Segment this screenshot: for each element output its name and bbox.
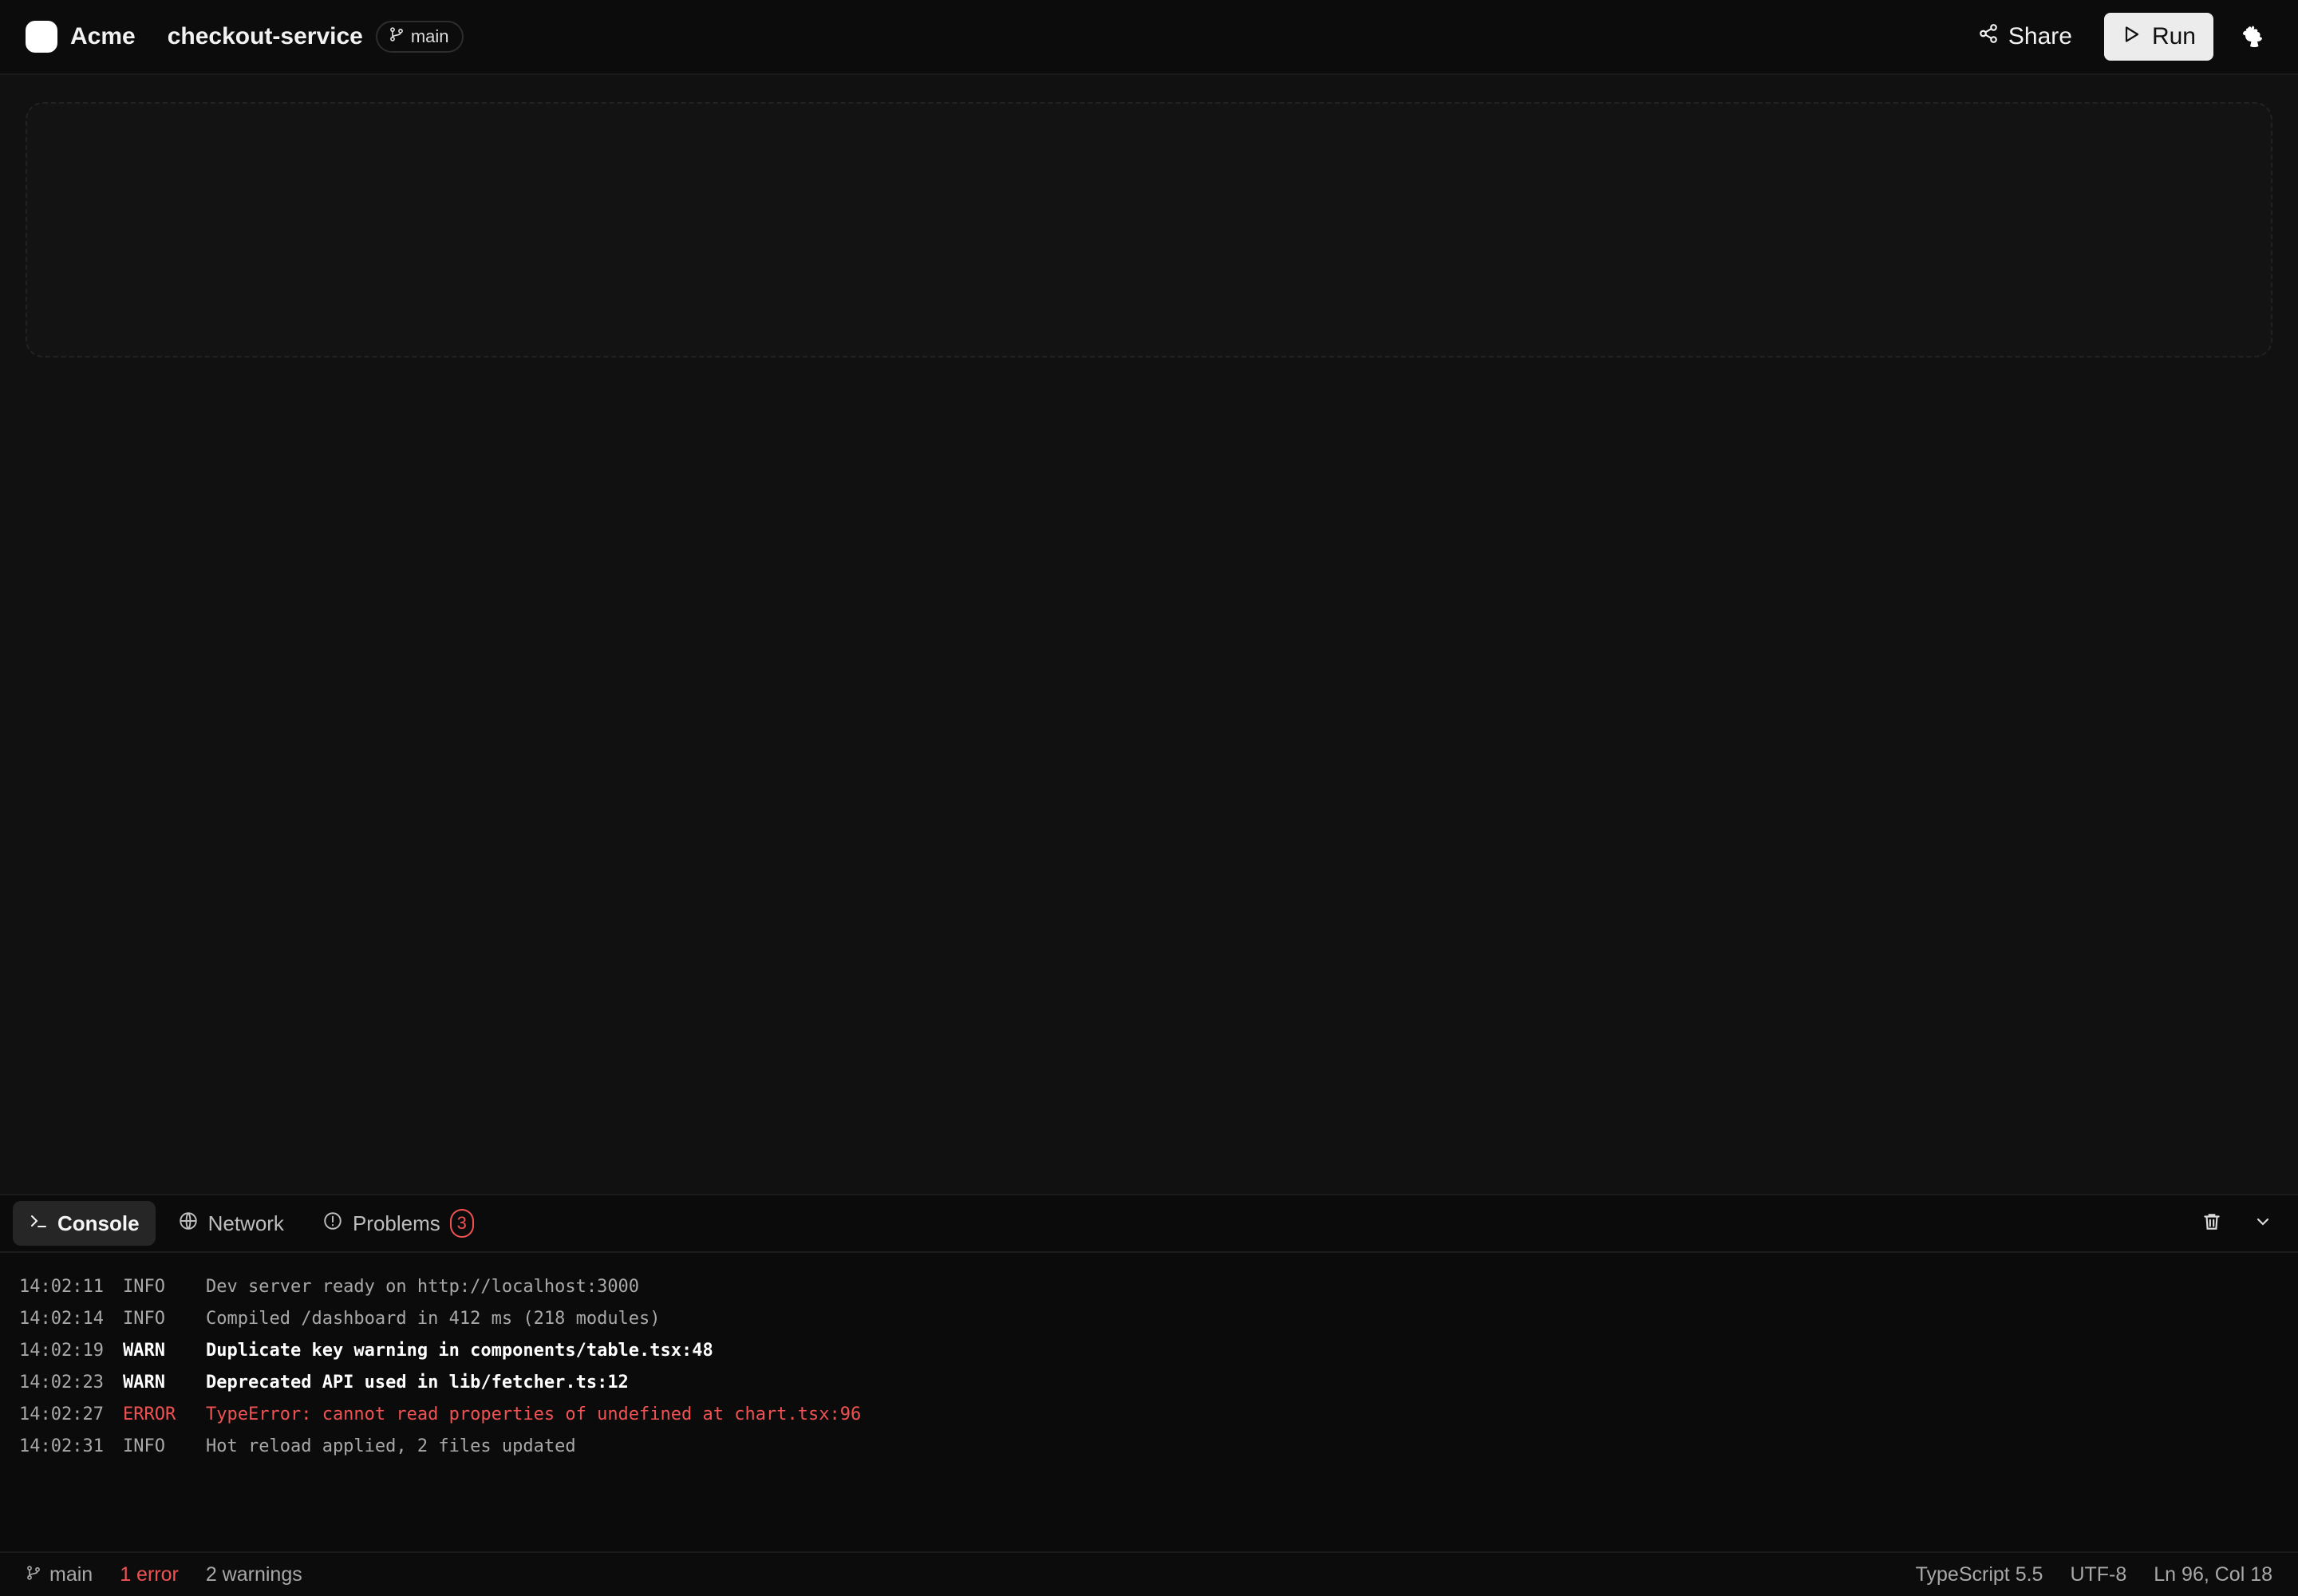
log-level: WARN [123,1340,165,1361]
branch-name: main [410,26,449,46]
top-bar: Acme checkout-service main Share Run [0,0,2298,75]
log-level: INFO [123,1436,165,1456]
log-timestamp: 14:02:19 [19,1340,104,1361]
git-branch-icon [389,26,405,47]
play-icon [2122,23,2141,50]
preview-area[interactable] [26,102,2272,358]
collapse-panel-button[interactable] [2241,1201,2285,1246]
chevron-down-icon [2253,1212,2272,1235]
status-language[interactable]: TypeScript 5.5 [1916,1563,2043,1586]
log-timestamp: 14:02:11 [19,1276,104,1297]
log-row: 14:02:19 WARN Duplicate key warning in com… [19,1334,2298,1366]
log-level: INFO [123,1308,165,1329]
clear-console-button[interactable] [2189,1201,2234,1246]
log-row: 14:02:23 WARN Deprecated API used in lib/f… [19,1366,2298,1398]
share-icon [1978,23,1999,50]
log-message: Compiled /dashboard in 412 ms (218 modul… [206,1308,661,1329]
tab-label: Problems [352,1211,440,1235]
trash-icon [2201,1211,2222,1236]
console-log: 14:02:11 INFO Dev server ready on http://l… [0,1253,2298,1462]
log-message: TypeError: cannot read properties of und… [206,1404,862,1424]
tab-label: Console [57,1211,140,1235]
log-message: Duplicate key warning in components/tabl… [206,1340,713,1361]
log-level: INFO [123,1276,165,1297]
terminal-icon [29,1211,48,1236]
status-errors[interactable]: 1 error [120,1563,179,1586]
status-warnings[interactable]: 2 warnings [206,1563,302,1586]
share-button[interactable]: Share [1964,14,2087,60]
log-timestamp: 14:02:27 [19,1404,104,1424]
brand-name: Acme [70,23,136,49]
alert-circle-icon [322,1211,343,1237]
tab-console[interactable]: Console [13,1201,156,1246]
log-row: 14:02:11 INFO Dev server ready on http://l… [19,1270,2298,1302]
status-bar: main 1 error 2 warnings TypeScript 5.5 U… [0,1551,2298,1596]
status-encoding[interactable]: UTF-8 [2070,1563,2126,1586]
logo-icon [26,21,57,53]
log-timestamp: 14:02:23 [19,1372,104,1393]
branch-selector[interactable]: main [375,21,464,53]
tab-label: Network [207,1211,284,1235]
run-label: Run [2151,23,2196,49]
tab-network[interactable]: Network [162,1201,300,1246]
run-button[interactable]: Run [2103,13,2213,61]
log-row: 14:02:27 ERROR TypeError: cannot read prop… [19,1398,2298,1430]
git-branch-icon [26,1563,41,1586]
log-message: Deprecated API used in lib/fetcher.ts:12 [206,1372,629,1393]
log-level: ERROR [123,1404,176,1424]
globe-icon [178,1211,199,1237]
project-name[interactable]: checkout-service [168,23,363,50]
log-message: Hot reload applied, 2 files updated [206,1436,576,1456]
panel-tabs: Console Network Problems 3 [0,1195,2298,1253]
status-branch-label: main [49,1562,93,1586]
log-row: 14:02:14 INFO Compiled /dashboard in 412 m… [19,1302,2298,1334]
user-avatar[interactable] [2237,19,2272,54]
log-timestamp: 14:02:31 [19,1436,104,1456]
log-message: Dev server ready on http://localhost:300… [206,1276,640,1297]
share-label: Share [2008,23,2072,49]
log-row: 14:02:31 INFO Hot reload applied, 2 files … [19,1430,2298,1462]
status-branch[interactable]: main [26,1563,93,1586]
bottom-panel: Console Network Problems 3 14:02:11 INFO… [0,1194,2298,1551]
log-level: WARN [123,1372,165,1393]
status-cursor-position[interactable]: Ln 96, Col 18 [2154,1563,2272,1586]
problems-count-badge: 3 [449,1209,474,1238]
tab-problems[interactable]: Problems 3 [306,1201,490,1246]
log-timestamp: 14:02:14 [19,1308,104,1329]
